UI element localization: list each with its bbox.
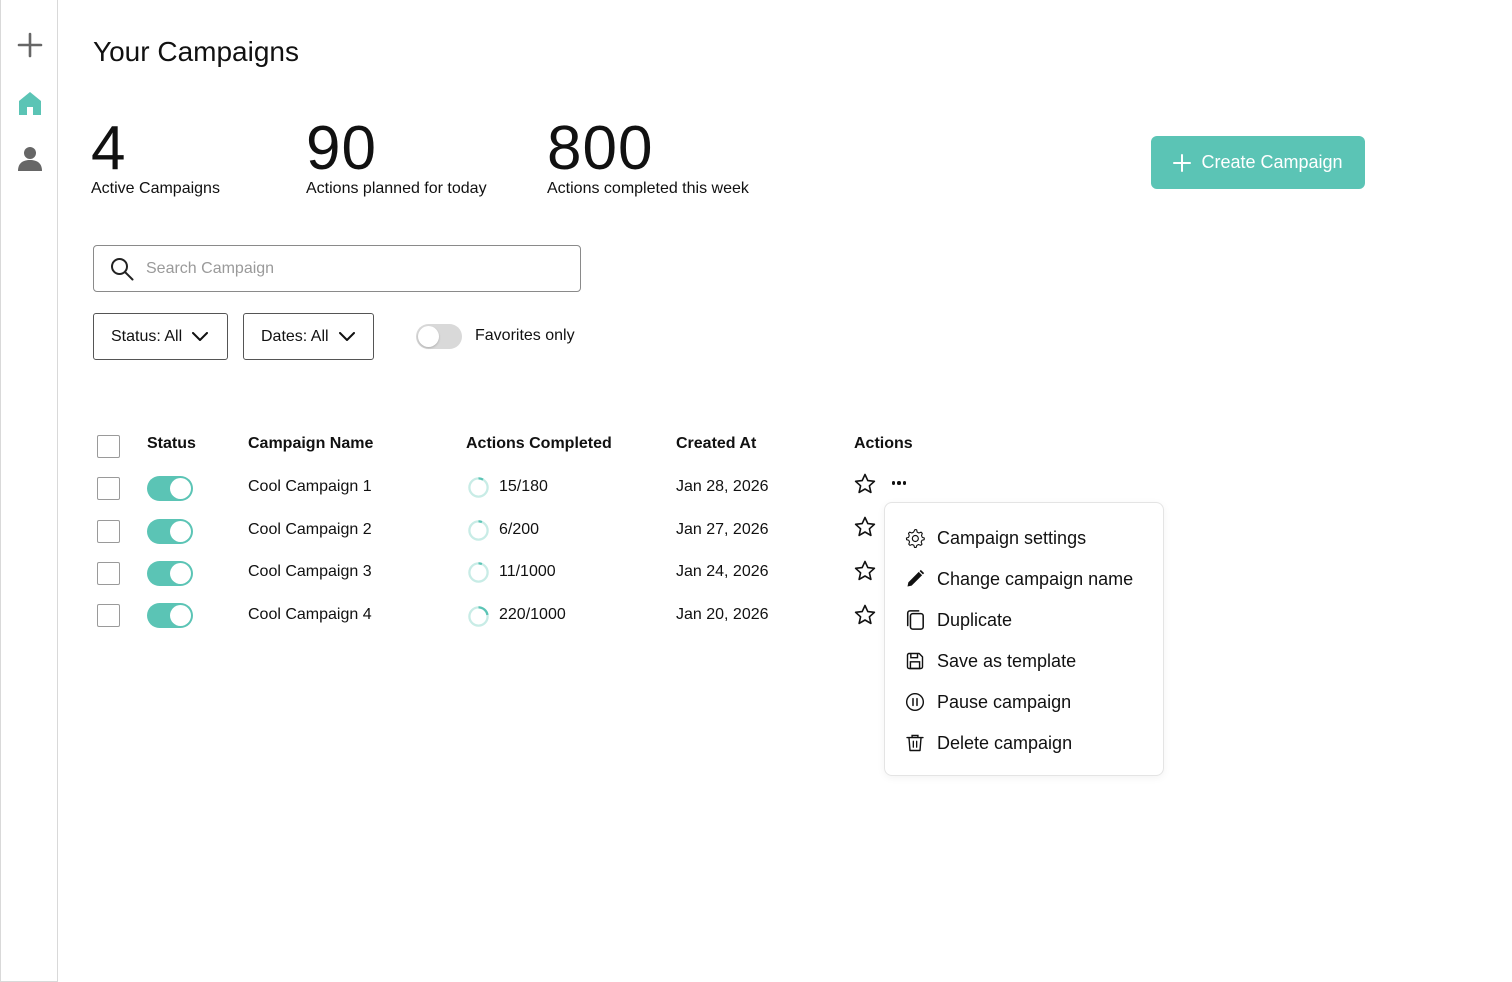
page-title: Your Campaigns (93, 36, 299, 67)
dates-filter-label: Dates: All (261, 327, 329, 345)
favorites-toggle[interactable] (416, 324, 462, 349)
column-header-name[interactable]: Campaign Name (248, 435, 373, 453)
toggle-knob (170, 605, 191, 626)
actions-completed-value: 11/1000 (499, 563, 556, 580)
favorites-label: Favorites only (475, 327, 575, 344)
actions-completed-value: 15/180 (499, 478, 548, 495)
plus-icon (1173, 153, 1192, 172)
toggle-knob (170, 478, 191, 499)
campaign-name[interactable]: Cool Campaign 3 (248, 563, 372, 581)
pencil-icon (907, 569, 925, 587)
column-header-created-at[interactable]: Created At (676, 435, 756, 453)
pause-icon (905, 692, 925, 712)
star-icon[interactable] (853, 515, 877, 539)
row-checkbox[interactable] (97, 477, 120, 500)
status-filter-label: Status: All (111, 327, 183, 345)
sidebar-home-button[interactable] (15, 88, 45, 118)
menu-item-label: Pause campaign (937, 691, 1072, 712)
progress-ring-icon (468, 562, 489, 583)
table-row: Cool Campaign 4 220/1000 Jan 20, 2026 (0, 596, 1000, 636)
chevron-down-icon (192, 331, 209, 341)
toggle-knob (170, 563, 191, 584)
campaign-name[interactable]: Cool Campaign 1 (248, 478, 372, 496)
stat-label: Actions completed this week (547, 180, 749, 197)
duplicate-icon (906, 610, 924, 630)
column-header-status[interactable]: Status (147, 435, 196, 453)
campaign-name[interactable]: Cool Campaign 2 (248, 521, 372, 539)
save-icon (906, 652, 924, 670)
status-filter-dropdown[interactable]: Status: All (93, 313, 228, 360)
campaign-actions-menu: Campaign settings Change campaign name D… (884, 502, 1164, 776)
more-actions-button[interactable] (888, 478, 910, 488)
table-row: Cool Campaign 2 6/200 Jan 27, 2026 (0, 511, 1000, 551)
stat-value: 90 (306, 114, 377, 183)
search-input[interactable] (146, 259, 546, 278)
search-box (93, 245, 581, 292)
menu-item-duplicate[interactable]: Duplicate (904, 605, 1012, 635)
search-icon (111, 257, 134, 280)
row-checkbox[interactable] (97, 520, 120, 543)
stat-actions-completed: 800 Actions completed this week (547, 118, 749, 198)
created-at-value: Jan 24, 2026 (676, 563, 769, 580)
stat-label: Actions planned for today (306, 180, 487, 197)
actions-completed-value: 220/1000 (499, 606, 566, 623)
trash-icon (906, 734, 924, 752)
status-toggle[interactable] (147, 519, 193, 544)
stat-value: 4 (91, 114, 127, 183)
menu-item-save-template[interactable]: Save as template (904, 646, 1076, 676)
menu-item-pause[interactable]: Pause campaign (904, 687, 1071, 717)
menu-item-label: Duplicate (937, 609, 1013, 630)
created-at-value: Jan 28, 2026 (676, 478, 769, 495)
column-header-actions-completed[interactable]: Actions Completed (466, 435, 612, 453)
column-header-actions: Actions (854, 435, 913, 452)
star-icon[interactable] (853, 472, 877, 496)
stat-value: 800 (547, 114, 654, 183)
home-icon (19, 92, 41, 115)
create-campaign-button[interactable]: Create Campaign (1151, 136, 1365, 189)
actions-completed-value: 6/200 (499, 521, 540, 538)
create-campaign-label: Create Campaign (1201, 152, 1343, 172)
toggle-knob (170, 521, 191, 542)
progress-ring-icon (468, 520, 489, 541)
created-at-value: Jan 20, 2026 (676, 606, 769, 623)
status-toggle[interactable] (147, 476, 193, 501)
menu-item-change-name[interactable]: Change campaign name (904, 564, 1133, 594)
menu-item-label: Change campaign name (937, 568, 1134, 589)
select-all-checkbox[interactable] (97, 435, 120, 458)
plus-icon (17, 32, 43, 58)
status-toggle[interactable] (147, 561, 193, 586)
stat-label: Active Campaigns (91, 180, 220, 197)
dates-filter-dropdown[interactable]: Dates: All (243, 313, 374, 360)
toggle-knob (418, 326, 439, 347)
stat-actions-planned: 90 Actions planned for today (306, 118, 487, 198)
menu-item-label: Campaign settings (937, 527, 1087, 548)
star-icon[interactable] (853, 603, 877, 627)
sidebar-add-button[interactable] (15, 30, 45, 60)
progress-ring-icon (468, 606, 489, 627)
menu-item-label: Save as template (937, 650, 1077, 671)
chevron-down-icon (338, 331, 355, 341)
menu-item-delete[interactable]: Delete campaign (904, 728, 1072, 758)
menu-item-campaign-settings[interactable]: Campaign settings (904, 523, 1086, 553)
stat-active-campaigns: 4 Active Campaigns (91, 118, 220, 198)
status-toggle[interactable] (147, 603, 193, 628)
menu-item-label: Delete campaign (937, 732, 1073, 753)
table-row: Cool Campaign 1 15/180 Jan 28, 2026 (0, 468, 1000, 508)
sidebar-profile-button[interactable] (15, 144, 45, 174)
user-icon (18, 147, 42, 171)
created-at-value: Jan 27, 2026 (676, 521, 769, 538)
star-icon[interactable] (853, 559, 877, 583)
progress-ring-icon (468, 477, 489, 498)
gear-icon (905, 528, 925, 548)
row-checkbox[interactable] (97, 562, 120, 585)
campaign-name[interactable]: Cool Campaign 4 (248, 606, 372, 624)
row-checkbox[interactable] (97, 604, 120, 627)
table-row: Cool Campaign 3 11/1000 Jan 24, 2026 (0, 553, 1000, 593)
